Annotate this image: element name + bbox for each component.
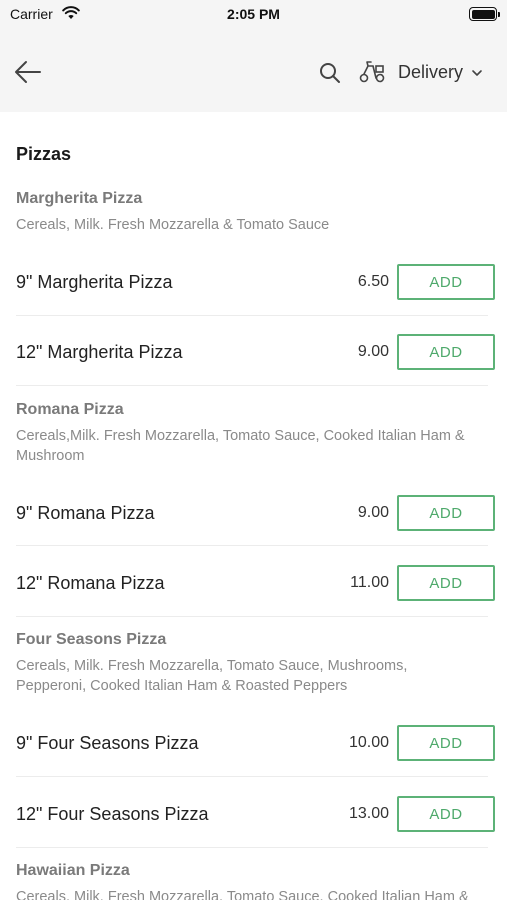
status-time: 2:05 PM [227,6,280,22]
group-description-line: Cereals, Milk. Fresh Mozzarella, Tomato … [16,658,408,674]
group-name: Hawaiian Pizza [16,862,130,879]
group-description: Cereals, Milk. Fresh Mozzarella, Tomato … [16,657,496,696]
add-button[interactable]: ADD [397,725,495,761]
delivery-label: Delivery [398,61,464,82]
group-name: Four Seasons Pizza [16,631,167,648]
group-header: Four Seasons Pizza Cereals, Milk. Fresh … [16,631,496,696]
group-description-line: Cereals, Milk. Fresh Mozzarella, Tomato … [16,889,469,900]
group-name: Margherita Pizza [16,190,143,207]
menu-item-row: 9" Four Seasons Pizza 10.00 ADD [16,725,495,795]
divider [16,315,488,316]
group-header: Romana Pizza Cereals,Milk. Fresh Mozzare… [16,401,496,466]
arrow-left-icon[interactable] [12,56,44,88]
group-description-line: Pepperoni, Cooked Italian Ham & Roasted … [16,677,348,694]
group-description: Cereals, Milk. Fresh Mozzarella & Tomato… [16,216,496,236]
menu-item-row: 12" Margherita Pizza 9.00 ADD [16,334,495,404]
group-description: Cereals,Milk. Fresh Mozzarella, Tomato S… [16,427,496,466]
divider [16,847,488,848]
delivery-selector[interactable]: Delivery [358,56,483,88]
group-name: Romana Pizza [16,401,124,418]
menu-item-row: 9" Romana Pizza 9.00 ADD [16,495,495,565]
chevron-down-icon [472,70,482,76]
nav-bar: Delivery [0,32,507,112]
scooter-icon [359,61,385,83]
group-description-line: Cereals,Milk. Fresh Mozzarella, Tomato S… [16,428,465,444]
divider [16,545,488,546]
group-description-line: Mushroom [16,447,85,464]
status-bar: Carrier 2:05 PM [0,0,507,32]
menu-item-row: 9" Margherita Pizza 6.50 ADD [16,264,495,334]
item-price: 13.00 [348,805,389,822]
battery-icon [469,7,500,21]
item-name: 9" Margherita Pizza [16,272,173,292]
divider [16,616,488,617]
item-name: 12" Margherita Pizza [16,342,183,362]
add-button[interactable]: ADD [397,264,495,300]
add-button[interactable]: ADD [397,565,495,601]
group-description-line: Cereals, Milk. Fresh Mozzarella & Tomato… [16,217,330,233]
item-name: 12" Romana Pizza [16,573,165,593]
section-title: Pizzas [16,144,72,164]
item-price: 9.00 [357,343,389,360]
item-name: 12" Four Seasons Pizza [16,804,209,824]
divider [16,776,488,777]
add-button[interactable]: ADD [397,796,495,832]
search-icon[interactable] [318,61,342,85]
divider [16,385,488,386]
menu-item-row: 12" Four Seasons Pizza 13.00 ADD [16,796,495,866]
group-header: Margherita Pizza Cereals, Milk. Fresh Mo… [16,190,496,236]
menu-list: Pizzas Margherita Pizza Cereals, Milk. F… [0,112,507,900]
item-name: 9" Romana Pizza [16,503,155,523]
item-price: 10.00 [348,734,389,751]
item-name: 9" Four Seasons Pizza [16,733,199,753]
group-header: Hawaiian Pizza Cereals, Milk. Fresh Mozz… [16,862,496,900]
item-price: 6.50 [357,273,389,290]
add-button[interactable]: ADD [397,495,495,531]
item-price: 9.00 [357,504,389,521]
group-description: Cereals, Milk. Fresh Mozzarella, Tomato … [16,888,496,900]
menu-item-row: 12" Romana Pizza 11.00 ADD [16,565,495,635]
add-button[interactable]: ADD [397,334,495,370]
item-price: 11.00 [350,574,389,591]
